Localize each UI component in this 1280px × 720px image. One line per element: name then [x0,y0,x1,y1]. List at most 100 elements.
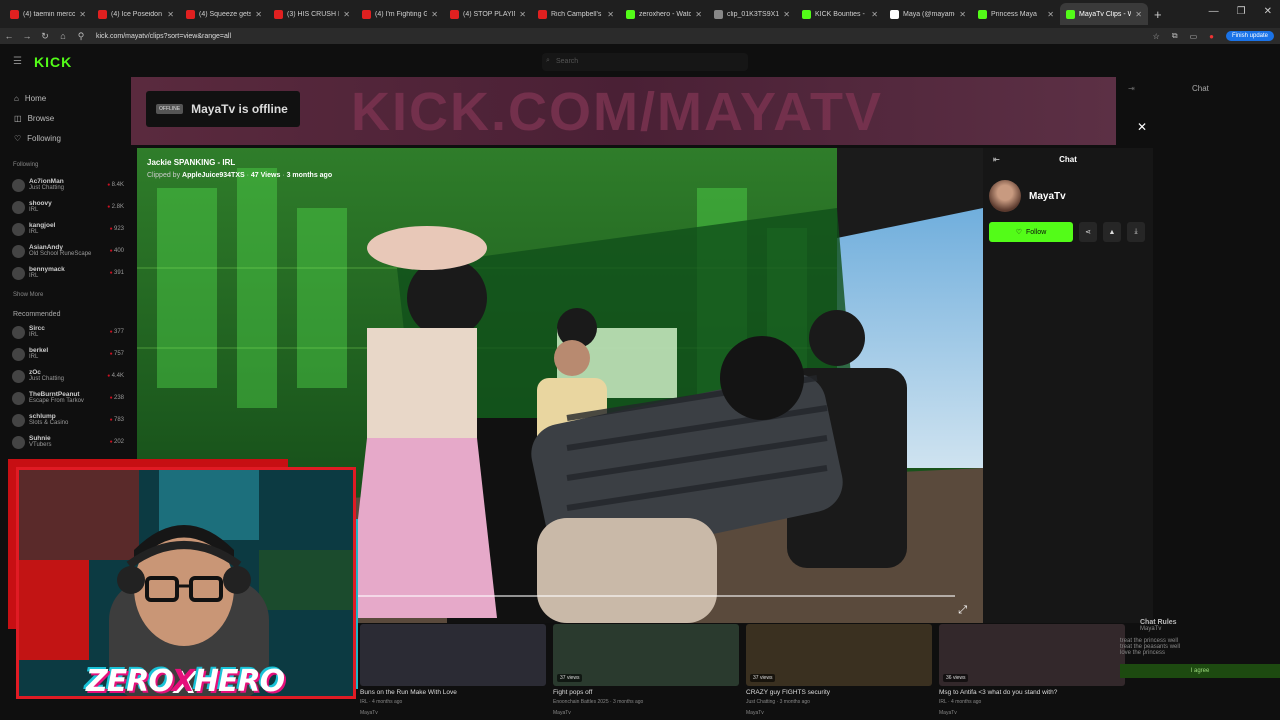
browser-tab[interactable]: KICK Bounties - eve ✕ [796,3,884,25]
tab-close-icon[interactable]: ✕ [1047,10,1054,19]
channel-item[interactable]: SirccIRL 377 [12,321,124,343]
clip-thumbnail[interactable]: 37 views [553,624,739,686]
offline-text: MayaTv is offline [191,102,288,116]
back-icon[interactable]: ← [0,31,18,41]
channel-item[interactable]: zOcJust Chatting 4.4K [12,365,124,387]
agree-button[interactable]: I agree [1120,664,1280,678]
fullscreen-icon[interactable]: ⤢ [958,604,967,617]
browser-tab[interactable]: (4) taemin mercoffi✕ [4,3,92,25]
clip-thumbnail[interactable]: 37 views [746,624,932,686]
tab-close-icon[interactable]: ✕ [607,10,614,19]
video-progress-bar[interactable] [355,595,955,597]
streamer-profile[interactable]: MayaTv [983,170,1153,222]
clip-card-title[interactable]: CRAZY guy FIGHTS security [746,689,936,696]
tab-close-icon[interactable]: ✕ [79,10,86,19]
channel-name: Suhnie [29,434,51,442]
nav-item-home[interactable]: ⌂ Home [14,88,61,108]
share-button[interactable]: ⋖ [1079,222,1097,242]
nav-item-following[interactable]: ♡ Following [14,128,61,148]
bookmark-star-icon[interactable]: ☆ [1153,32,1160,41]
clip-card-title[interactable]: Msg to Antifa <3 what do you stand with? [939,689,1129,696]
channel-item[interactable]: kangjoelIRL 923 [12,218,124,240]
clip-card-title[interactable]: Buns on the Run Make With Love [360,689,550,696]
url-field[interactable]: kick.com/mayatv/clips?sort=view&range=al… [96,33,1153,40]
channel-item[interactable]: schlumpSlots & Casino 783 [12,409,124,431]
follow-button[interactable]: ♡ Follow [989,222,1073,242]
viewer-count: 8.4K [107,182,124,188]
forward-icon[interactable]: → [18,31,36,41]
channel-item[interactable]: shoovyIRL 2.8K [12,196,124,218]
browser-tab[interactable]: Maya (@mayamocf ✕ [884,3,972,25]
home-browser-icon[interactable]: ⌂ [54,31,72,41]
sidepanel-icon[interactable]: ▭ [1190,32,1198,41]
tab-close-icon[interactable]: ✕ [519,10,526,19]
tab-close-icon[interactable]: ✕ [783,10,790,19]
browser-tab[interactable]: (4) STOP PLAYING Y ✕ [444,3,532,25]
clip-thumbnail[interactable]: 36 views [939,624,1125,686]
extensions-icon[interactable]: ⧉ [1172,31,1178,41]
channel-item[interactable]: bennymackIRL 391 [12,262,124,284]
clip-card-channel[interactable]: MayaTv [939,710,957,716]
tab-close-icon[interactable]: ✕ [871,10,878,19]
profile-icon[interactable]: ● [1209,32,1214,41]
nav-item-browse[interactable]: ◫ Browse [14,108,61,128]
clip-thumbnail[interactable] [360,624,546,686]
clip-card-channel[interactable]: MayaTv [360,710,378,716]
channel-item[interactable]: TheBurntPeanutEscape From Tarkov 238 [12,387,124,409]
browser-tab[interactable]: clip_01K3TS9X1SY✕ [708,3,796,25]
tab-close-icon[interactable]: ✕ [695,10,702,19]
tab-close-icon[interactable]: ✕ [959,10,966,19]
browser-tab[interactable]: MayaTv Clips - Watc✕ [1060,3,1148,25]
channel-info: shoovy IRL [29,200,103,215]
clipper-name[interactable]: AppleJuice934TXS [182,172,245,179]
tab-close-icon[interactable]: ✕ [255,10,262,19]
collapse-panel-icon[interactable]: ⇤ [993,155,1000,164]
tab-favicon-icon [978,9,987,19]
show-more-link[interactable]: Show More [13,292,43,298]
tab-close-icon[interactable]: ✕ [1135,10,1142,19]
report-button[interactable]: ▲ [1103,222,1121,242]
channel-item[interactable]: SuhnieVTubers 202 [12,431,124,453]
browser-tab[interactable]: (4) Squeeze gets bu✕ [180,3,268,25]
avatar[interactable] [989,180,1021,212]
reload-icon[interactable]: ↻ [36,31,54,42]
close-clip-modal-icon[interactable]: ✕ [1137,120,1147,134]
clip-card[interactable]: 37 views Fight pops off Enoonchain Battles… [553,624,743,720]
tab-close-icon[interactable]: ✕ [431,10,438,19]
clip-card-channel[interactable]: MayaTv [746,710,764,716]
tab-close-icon[interactable]: ✕ [343,10,350,19]
download-button[interactable]: ⤓ [1127,222,1145,242]
channel-item[interactable]: berkelIRL 757 [12,343,124,365]
browser-tab[interactable]: (4) I'm Fighting Ger✕ [356,3,444,25]
avatar [12,413,25,427]
logo-x: X [171,664,195,699]
finish-update-button[interactable]: Finish update [1225,31,1274,41]
close-window-icon[interactable]: ✕ [1264,6,1272,17]
site-info-icon[interactable]: ⚲ [72,31,90,42]
browser-tab[interactable]: (3) HIS CRUSH MAD ✕ [268,3,356,25]
browser-tab[interactable]: Princess Maya ✕ [972,3,1060,25]
channel-category: Just Chatting [29,376,65,383]
tab-close-icon[interactable]: ✕ [167,10,174,19]
clip-card-title[interactable]: Fight pops off [553,689,743,696]
restore-icon[interactable]: ❐ [1237,6,1246,17]
clip-card[interactable]: Buns on the Run Make With Love IRL · 4 mo… [360,624,550,720]
new-tab-icon[interactable]: + [1154,7,1162,22]
collapse-chat-icon[interactable]: ⇥ [1128,84,1135,93]
browser-tab[interactable]: zeroxhero - Watch ✕ [620,3,708,25]
clip-card-channel[interactable]: MayaTv [553,710,571,716]
avatar [12,244,25,258]
streamer-name[interactable]: MayaTv [1029,191,1066,202]
channel-info: berkel IRL [29,347,106,362]
menu-icon[interactable]: ☰ [13,56,22,67]
browser-tab[interactable]: (4) Ice Poseidon Cal ✕ [92,3,180,25]
kick-logo[interactable]: KICK [34,54,72,70]
channel-item[interactable]: Ac7ionManJust Chatting 8.4K [12,174,124,196]
minimize-icon[interactable]: — [1209,6,1219,17]
clip-card[interactable]: 37 views CRAZY guy FIGHTS security Just Ch… [746,624,936,720]
channel-info: AsianAndy Old School RuneScape [29,244,106,259]
search-input[interactable]: ⌕ Search [542,53,748,71]
clip-card[interactable]: 36 views Msg to Antifa <3 what do you sta… [939,624,1129,720]
browser-tab[interactable]: Rich Campbell's Acc ✕ [532,3,620,25]
channel-item[interactable]: AsianAndyOld School RuneScape 400 [12,240,124,262]
